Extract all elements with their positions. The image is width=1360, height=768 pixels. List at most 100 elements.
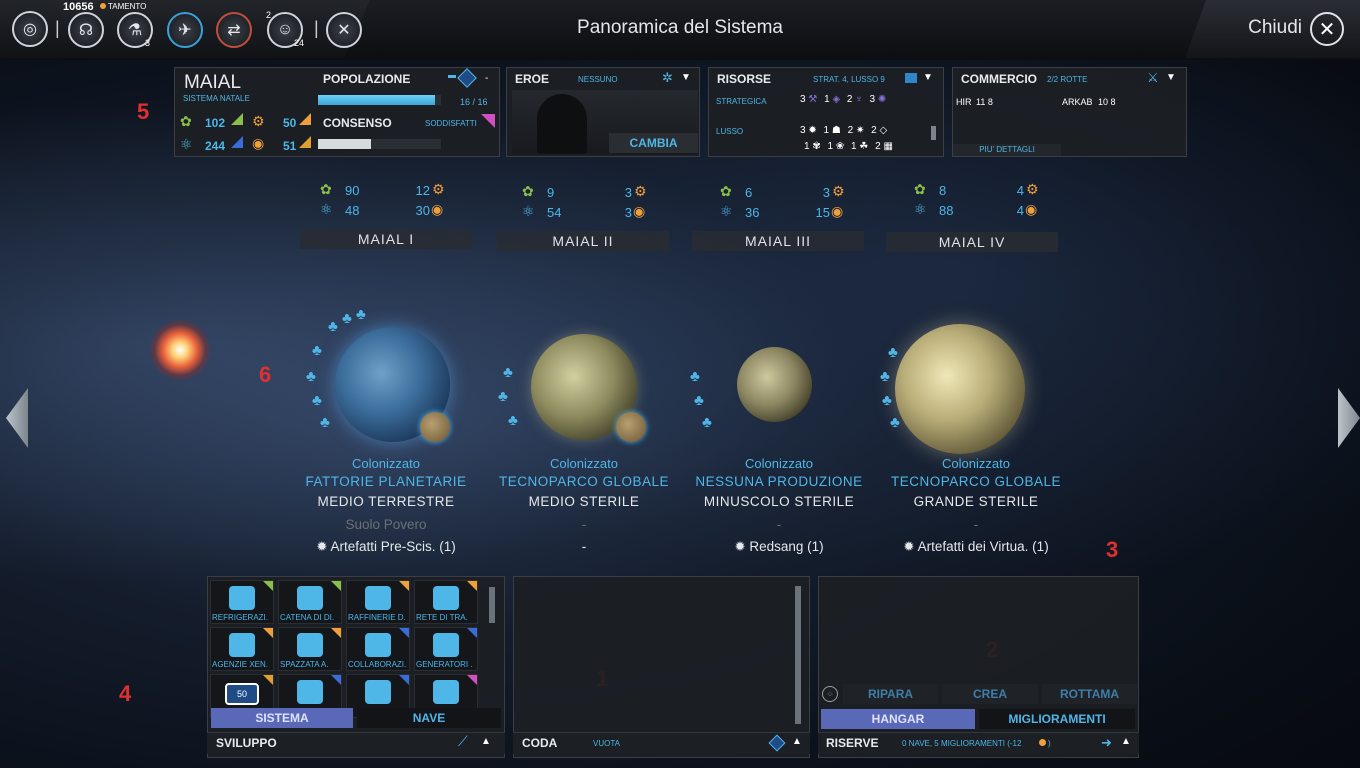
improvement-category-flag <box>399 628 409 638</box>
trade-dropdown-arrow[interactable]: ▼ <box>1166 72 1176 83</box>
planet-science: 48 <box>345 203 360 218</box>
resources-dropdown-arrow[interactable]: ▼ <box>923 72 933 83</box>
hangar-menu-icon[interactable]: ⁘ <box>822 686 838 702</box>
exploitation-slot-icon[interactable]: ♣ <box>882 392 892 409</box>
population-dash: - <box>485 73 489 84</box>
chart-icon[interactable]: ⟋ <box>458 733 468 750</box>
moon-icon[interactable] <box>420 412 450 442</box>
improvement-tile[interactable]: REFRIGERAZI. <box>210 580 274 624</box>
tab-system[interactable]: SISTEMA <box>211 708 353 728</box>
tab-upgrades[interactable]: MIGLIORAMENTI <box>979 709 1135 729</box>
planet-production[interactable]: TECNOPARCO GLOBALE <box>484 474 684 489</box>
strategic-count: 1 <box>824 94 830 105</box>
planet-anomaly: Suolo Povero <box>345 517 427 532</box>
planet-maial-iii[interactable] <box>737 347 812 422</box>
exploitation-slot-icon[interactable]: ♣ <box>694 392 704 409</box>
luxury-count: 2 <box>875 141 881 152</box>
population-minus-icon[interactable] <box>448 75 456 78</box>
improvement-category-flag <box>263 581 273 591</box>
scrap-button[interactable]: ROTTAMA <box>1042 684 1137 704</box>
exploitation-slot-icon[interactable]: ♣ <box>503 364 513 381</box>
exploitation-slot-icon[interactable]: ♣ <box>328 318 338 335</box>
create-button[interactable]: CREA <box>942 684 1038 704</box>
planet-dust: 30 <box>415 203 430 218</box>
marker-3: 3 <box>1106 537 1119 562</box>
exploitation-slot-icon[interactable]: ♣ <box>888 344 898 361</box>
exploitation-slot-icon[interactable]: ♣ <box>702 414 712 431</box>
improvement-category-flag <box>331 581 341 591</box>
exploitation-slot-icon[interactable]: ♣ <box>306 368 316 385</box>
planet-production[interactable]: FATTORIE PLANETARIE <box>286 474 486 489</box>
send-fleet-icon[interactable]: ➜ <box>1101 735 1112 751</box>
repair-button[interactable]: RIPARA <box>843 684 938 704</box>
exploitation-slot-icon[interactable]: ♣ <box>342 310 352 327</box>
close-icon[interactable]: ✕ <box>1310 12 1344 46</box>
exploitation-slot-icon[interactable]: ♣ <box>312 342 322 359</box>
improvement-icon <box>365 680 391 704</box>
planet-production[interactable]: NESSUNA PRODUZIONE <box>679 474 879 489</box>
science-icon: ⚛ <box>522 203 535 219</box>
improvement-tile[interactable]: RAFFINERIE D. <box>346 580 410 624</box>
exploitation-slot-icon[interactable]: ♣ <box>508 412 518 429</box>
exploitation-slot-icon[interactable]: ♣ <box>890 414 900 431</box>
improvement-tile[interactable]: CATENA DI DI. <box>278 580 342 624</box>
dust-icon: ◉ <box>1025 201 1038 217</box>
exploitation-slot-icon[interactable]: ♣ <box>880 368 890 385</box>
collapse-arrow-icon[interactable]: ▲ <box>1121 736 1131 747</box>
exploitation-slot-icon[interactable]: ♣ <box>356 306 366 323</box>
luxury-count: 1 <box>827 141 834 152</box>
development-scrollbar[interactable] <box>489 587 495 623</box>
improvement-tile[interactable]: COLLABORAZI. <box>346 627 410 671</box>
planet-type: MEDIO TERRESTRE <box>317 494 455 509</box>
improvement-label: AGENZIE XEN. <box>212 660 269 669</box>
research-badge: 3 <box>145 38 151 48</box>
exploitation-slot-icon[interactable]: ♣ <box>312 392 322 409</box>
improvement-tile[interactable]: SPAZZATA A. <box>278 627 342 671</box>
hero-label: EROE <box>515 72 550 86</box>
planet-anomaly: - <box>973 517 979 532</box>
planet-name[interactable]: MAIAL I <box>300 229 472 249</box>
marker-6: 6 <box>259 362 272 387</box>
close-label[interactable]: Chiudi <box>1248 17 1302 39</box>
planet-maial-iv[interactable] <box>895 324 1025 454</box>
tab-hangar[interactable]: HANGAR <box>821 709 975 729</box>
exploitation-slot-icon[interactable]: ♣ <box>690 368 700 385</box>
queue-scrollbar[interactable] <box>795 586 801 724</box>
planet-name[interactable]: MAIAL III <box>692 231 864 251</box>
planet-dust: 4 <box>1016 203 1024 218</box>
luxury-count: 2 <box>847 125 854 136</box>
strategic-count: 3 <box>869 94 876 105</box>
resources-filter-icon[interactable] <box>905 73 917 83</box>
dust-icon: ◉ <box>252 135 265 151</box>
exploitation-slot-icon[interactable]: ♣ <box>320 414 330 431</box>
strategic-resource-icon: ♆ <box>855 94 863 105</box>
trade-more-details-button[interactable]: PIU' DETTAGLI <box>953 144 1061 156</box>
tab-ship[interactable]: NAVE <box>357 708 501 728</box>
industry-icon: ⚙ <box>634 183 647 199</box>
hero-assign-icon[interactable]: ✲ <box>662 70 673 86</box>
collapse-arrow-icon[interactable]: ▲ <box>792 736 802 747</box>
strategic-count: 2 <box>846 94 853 105</box>
food-icon: ✿ <box>720 183 732 199</box>
improvement-tile[interactable]: RETE DI TRA. <box>414 580 478 624</box>
improvement-tile[interactable]: AGENZIE XEN. <box>210 627 274 671</box>
moon-icon[interactable] <box>616 412 646 442</box>
trade-route-icon[interactable]: ⚔ <box>1147 70 1159 86</box>
hero-dropdown-arrow[interactable]: ▼ <box>681 72 691 83</box>
planet-name[interactable]: MAIAL II <box>497 231 669 251</box>
planet-resource-label: - <box>581 539 587 554</box>
exploitation-slot-icon[interactable]: ♣ <box>498 388 508 405</box>
improvement-icon <box>229 633 255 657</box>
planet-resource: ✹ Artefatti dei Virtua. (1) <box>876 539 1076 555</box>
luxury-count: 2 <box>871 125 877 136</box>
luxury-row-2: 1 ✾ 1 ❀ 1 ☘ 2 ▦ <box>804 141 934 152</box>
planet-name[interactable]: MAIAL IV <box>886 232 1058 252</box>
improvement-tile[interactable]: GENERATORI . <box>414 627 478 671</box>
collapse-arrow-icon[interactable]: ▲ <box>481 736 491 747</box>
planet-production[interactable]: TECNOPARCO GLOBALE <box>876 474 1076 489</box>
planet-type: MEDIO STERILE <box>528 494 640 509</box>
change-hero-button[interactable]: CAMBIA <box>609 133 698 153</box>
resources-scrollbar[interactable] <box>931 126 936 140</box>
system-subtitle: SISTEMA NATALE <box>183 94 250 103</box>
planet-type: MINUSCOLO STERILE <box>703 494 855 509</box>
